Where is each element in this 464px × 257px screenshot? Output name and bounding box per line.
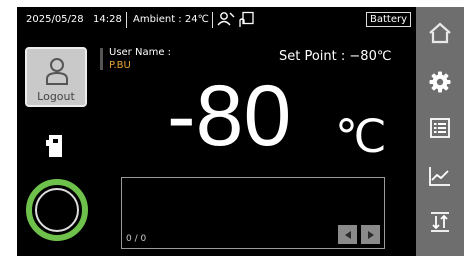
arrow-left-icon — [344, 230, 351, 239]
list-icon — [430, 118, 450, 138]
status-time: 14:28 — [93, 14, 122, 25]
graph-button[interactable] — [416, 158, 464, 194]
data-transfer-button[interactable] — [416, 204, 464, 240]
user-marker — [100, 48, 103, 70]
status-ring[interactable] — [26, 179, 88, 241]
chart-icon — [429, 167, 450, 186]
user-name-value: P.BU — [109, 60, 131, 71]
gear-icon — [429, 71, 451, 93]
status-divider — [212, 12, 213, 28]
temperature-unit: ℃ — [335, 110, 387, 162]
status-divider — [126, 12, 127, 28]
status-bar: 2025/05/28 14:28 Ambient : 24℃ Battery — [17, 7, 416, 33]
battery-indicator: Battery — [366, 12, 412, 27]
home-icon — [429, 22, 451, 44]
user-name-label: User Name : — [109, 47, 172, 58]
current-temperature: -80 — [167, 68, 292, 164]
page-counter: 0 / 0 — [126, 234, 147, 244]
next-page-button[interactable] — [361, 225, 380, 244]
mini-graph-panel: 0 / 0 — [121, 177, 385, 249]
freezer-door-icon — [46, 135, 62, 157]
prev-page-button[interactable] — [338, 225, 357, 244]
set-point: Set Point : −80℃ — [279, 49, 392, 64]
transfer-icon — [431, 212, 449, 232]
status-ambient: Ambient : 24℃ — [133, 14, 209, 25]
arrow-right-icon — [367, 230, 374, 239]
user-monitor-icon — [217, 12, 235, 26]
home-button[interactable] — [416, 15, 464, 51]
log-list-button[interactable] — [416, 110, 464, 146]
main-screen: 2025/05/28 14:28 Ambient : 24℃ Battery L… — [17, 7, 464, 256]
status-date: 2025/05/28 — [26, 14, 84, 25]
right-nav-bar — [416, 7, 464, 256]
touch-icon — [239, 11, 254, 27]
logout-label: Logout — [37, 90, 75, 103]
logout-button[interactable]: Logout — [25, 47, 87, 107]
settings-button[interactable] — [416, 64, 464, 100]
user-icon — [46, 58, 68, 85]
status-ring-inner — [35, 188, 79, 232]
